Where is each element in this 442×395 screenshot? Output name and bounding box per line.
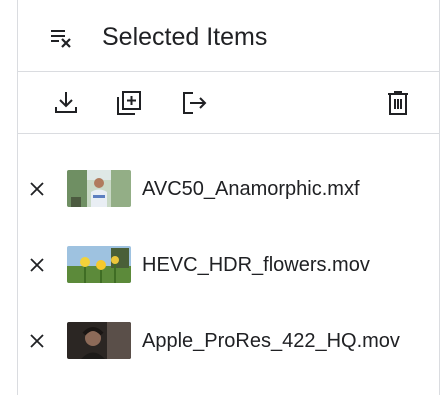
list-item: Apple_ProRes_422_HQ.mov — [18, 319, 439, 365]
close-icon[interactable] — [28, 180, 46, 198]
video-thumbnail — [67, 322, 131, 359]
item-filename: HEVC_HDR_flowers.mov — [142, 254, 370, 276]
list-item: AVC50_Anamorphic.mxf — [18, 167, 439, 213]
export-icon[interactable] — [180, 89, 208, 117]
item-filename: Apple_ProRes_422_HQ.mov — [142, 330, 400, 352]
video-thumbnail — [67, 170, 131, 207]
delete-icon[interactable] — [384, 89, 412, 117]
video-thumbnail — [67, 246, 131, 283]
toolbar — [18, 72, 439, 134]
item-filename: AVC50_Anamorphic.mxf — [142, 178, 360, 200]
clear-selection-icon[interactable] — [51, 26, 79, 50]
panel-header: Selected Items — [18, 0, 439, 72]
selected-items-panel: Selected Items AVC50_Anamorphic.mxf HEVC… — [17, 0, 440, 395]
close-icon[interactable] — [28, 332, 46, 350]
add-to-collection-icon[interactable] — [115, 89, 143, 117]
close-icon[interactable] — [28, 256, 46, 274]
list-item: HEVC_HDR_flowers.mov — [18, 243, 439, 289]
download-icon[interactable] — [52, 89, 80, 117]
page-title: Selected Items — [102, 23, 268, 51]
